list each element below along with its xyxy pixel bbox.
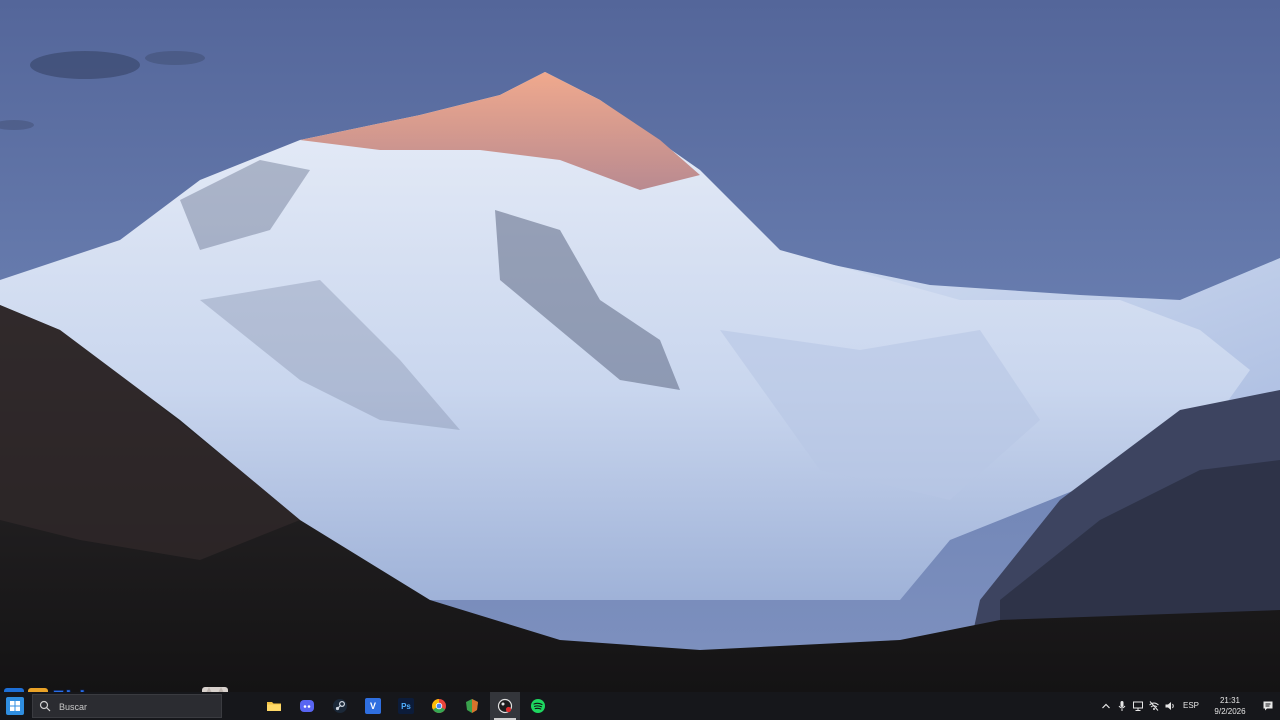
app-orange-green-icon — [466, 699, 478, 713]
system-tray: ESP 21:31 9/2/2026 — [1090, 692, 1280, 720]
steam-icon — [333, 699, 347, 713]
start-button[interactable] — [0, 692, 30, 720]
taskbar-app-chrome[interactable] — [424, 692, 454, 720]
folder-icon — [267, 702, 281, 711]
taskbar-app-discord[interactable] — [292, 692, 322, 720]
search-placeholder: Buscar — [59, 702, 88, 712]
language-indicator[interactable]: ESP — [1183, 701, 1199, 710]
taskbar-app-obs[interactable] — [490, 692, 520, 720]
notification-icon[interactable] — [1262, 700, 1274, 712]
network-icon[interactable] — [1132, 700, 1144, 712]
taskbar-app-file-explorer[interactable] — [259, 692, 289, 720]
clock-date: 9/2/2026 — [1214, 707, 1246, 716]
taskbar: Buscar V Ps ESP 21:31 9/2/2026 — [0, 692, 1280, 720]
taskbar-app-steam[interactable] — [325, 692, 355, 720]
photoshop-icon: Ps — [398, 698, 414, 714]
discord-icon — [300, 700, 314, 712]
spotify-icon — [531, 699, 545, 713]
search-input[interactable]: Buscar — [32, 694, 222, 718]
taskbar-app-v[interactable]: V — [358, 692, 388, 720]
taskbar-app-spotify[interactable] — [523, 692, 553, 720]
wallpaper-mountain — [0, 0, 1280, 692]
desktop — [0, 0, 1280, 692]
obs-recording-icon — [497, 698, 513, 714]
wifi-off-icon[interactable] — [1148, 700, 1160, 712]
volume-icon[interactable] — [1164, 700, 1176, 712]
taskbar-app-photoshop[interactable]: Ps — [391, 692, 421, 720]
taskbar-app-orange-green[interactable] — [457, 692, 487, 720]
chevron-up-icon[interactable] — [1100, 700, 1112, 712]
clock-time: 21:31 — [1219, 696, 1241, 705]
v-app-icon: V — [365, 698, 381, 714]
microphone-icon[interactable] — [1116, 700, 1128, 712]
windows-icon — [6, 697, 24, 715]
chrome-icon — [432, 699, 446, 713]
clock[interactable]: 21:31 9/2/2026 — [1208, 695, 1252, 717]
search-icon — [39, 700, 51, 712]
